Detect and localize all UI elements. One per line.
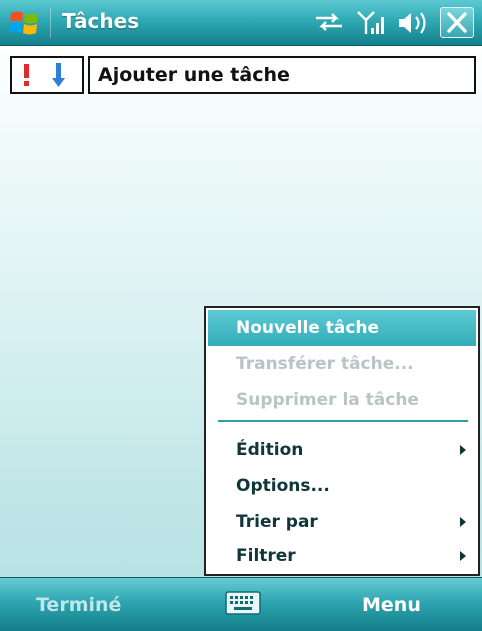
add-task-input[interactable]: Ajouter une tâche <box>88 56 476 94</box>
windows-start-icon[interactable] <box>8 7 42 39</box>
window-title: Tâches <box>62 9 140 33</box>
pocket-pc-screen: Tâches Ajouter une tâche Nouvelle tâche … <box>0 0 482 631</box>
menu-item-transfer-task: Transférer tâche... <box>208 346 476 382</box>
context-menu: Nouvelle tâche Transférer tâche... Suppr… <box>204 306 480 576</box>
down-arrow-icon <box>52 63 65 87</box>
menu-item-label: Supprimer la tâche <box>236 390 419 410</box>
menu-item-edit[interactable]: Édition <box>208 432 476 468</box>
soft-key-bar: Terminé Menu <box>0 577 482 631</box>
menu-item-label: Options... <box>236 476 330 496</box>
menu-item-label: Trier par <box>236 512 318 532</box>
submenu-arrow-icon <box>460 445 466 455</box>
submenu-arrow-icon <box>460 551 466 561</box>
menu-item-label: Transférer tâche... <box>236 354 414 374</box>
menu-item-delete-task: Supprimer la tâche <box>208 382 476 418</box>
menu-soft-key[interactable]: Menu <box>362 594 421 616</box>
menu-item-label: Filtrer <box>236 546 296 566</box>
menu-item-label: Nouvelle tâche <box>236 318 380 338</box>
submenu-arrow-icon <box>460 517 466 527</box>
volume-icon[interactable] <box>396 8 430 38</box>
priority-selector[interactable] <box>10 56 84 94</box>
close-button[interactable] <box>440 7 474 38</box>
keyboard-icon[interactable] <box>225 590 261 616</box>
close-icon <box>447 12 467 33</box>
menu-item-options[interactable]: Options... <box>208 468 476 504</box>
menu-item-new-task[interactable]: Nouvelle tâche <box>208 310 476 346</box>
menu-item-sort-by[interactable]: Trier par <box>208 504 476 540</box>
signal-icon[interactable] <box>356 8 386 38</box>
add-task-placeholder: Ajouter une tâche <box>98 64 290 86</box>
menu-item-filter[interactable]: Filtrer <box>208 538 476 574</box>
connectivity-icon[interactable] <box>312 8 346 36</box>
title-separator <box>50 8 51 38</box>
title-bar: Tâches <box>0 0 482 46</box>
priority-icons <box>24 63 65 87</box>
menu-divider <box>218 420 468 422</box>
task-entry-row: Ajouter une tâche <box>10 56 476 94</box>
menu-item-label: Édition <box>236 440 304 460</box>
done-soft-key[interactable]: Terminé <box>36 594 121 616</box>
exclamation-icon <box>24 64 29 86</box>
